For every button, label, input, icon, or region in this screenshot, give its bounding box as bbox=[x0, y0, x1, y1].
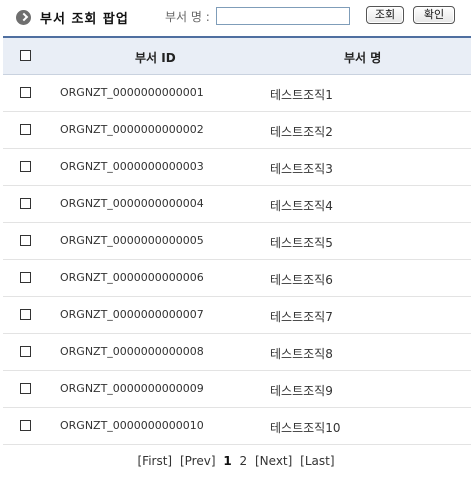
dept-id-cell: ORGNZT_0000000000001 bbox=[60, 86, 204, 99]
dept-name-cell: 테스트조직4 bbox=[270, 199, 333, 213]
row-checkbox[interactable] bbox=[20, 198, 31, 209]
table-row[interactable]: ORGNZT_0000000000006 테스트조직6 bbox=[3, 260, 471, 297]
dept-id-cell: ORGNZT_0000000000006 bbox=[60, 271, 204, 284]
pager-first-link[interactable]: [First] bbox=[138, 454, 173, 468]
table-row[interactable]: ORGNZT_0000000000010 테스트조직10 bbox=[3, 408, 471, 445]
table-header: 부서 ID 부서 명 bbox=[3, 38, 471, 75]
dept-name-search-input[interactable] bbox=[216, 7, 350, 25]
dept-id-cell: ORGNZT_0000000000009 bbox=[60, 382, 204, 395]
confirm-button[interactable]: 확인 bbox=[413, 6, 455, 24]
arrow-right-circle-icon bbox=[16, 9, 31, 25]
dept-id-cell: ORGNZT_0000000000004 bbox=[60, 197, 204, 210]
table-row[interactable]: ORGNZT_0000000000001 테스트조직1 bbox=[3, 75, 471, 112]
dept-id-cell: ORGNZT_0000000000008 bbox=[60, 345, 204, 358]
column-header-dept-name: 부서 명 bbox=[344, 51, 382, 65]
dept-name-cell: 테스트조직9 bbox=[270, 384, 333, 398]
row-checkbox[interactable] bbox=[20, 309, 31, 320]
column-header-dept-id: 부서 ID bbox=[135, 51, 176, 65]
title-area: 부서 조회 팝업 bbox=[16, 7, 129, 27]
table-row[interactable]: ORGNZT_0000000000004 테스트조직4 bbox=[3, 186, 471, 223]
table-row[interactable]: ORGNZT_0000000000003 테스트조직3 bbox=[3, 149, 471, 186]
table-row[interactable]: ORGNZT_0000000000005 테스트조직5 bbox=[3, 223, 471, 260]
top-bar: 부서 조회 팝업 부서 명 : 조회 확인 bbox=[0, 0, 472, 34]
pager-page-link[interactable]: 2 bbox=[240, 454, 248, 468]
page-title: 부서 조회 팝업 bbox=[40, 11, 129, 27]
row-checkbox[interactable] bbox=[20, 161, 31, 172]
dept-name-cell: 테스트조직8 bbox=[270, 347, 333, 361]
pager-last-link[interactable]: [Last] bbox=[300, 454, 334, 468]
pager-next-link[interactable]: [Next] bbox=[255, 454, 292, 468]
pagination: [First] [Prev] 1 2 [Next] [Last] bbox=[0, 454, 472, 468]
row-checkbox[interactable] bbox=[20, 346, 31, 357]
dept-id-cell: ORGNZT_0000000000003 bbox=[60, 160, 204, 173]
row-checkbox[interactable] bbox=[20, 272, 31, 283]
row-checkbox[interactable] bbox=[20, 235, 31, 246]
row-checkbox[interactable] bbox=[20, 87, 31, 98]
row-checkbox[interactable] bbox=[20, 383, 31, 394]
dept-name-cell: 테스트조직6 bbox=[270, 273, 333, 287]
dept-id-cell: ORGNZT_0000000000007 bbox=[60, 308, 204, 321]
select-all-checkbox[interactable] bbox=[20, 50, 31, 61]
dept-name-cell: 테스트조직5 bbox=[270, 236, 333, 250]
search-button[interactable]: 조회 bbox=[366, 6, 404, 24]
pager-prev-link[interactable]: [Prev] bbox=[180, 454, 216, 468]
dept-name-cell: 테스트조직10 bbox=[270, 421, 341, 435]
dept-id-cell: ORGNZT_0000000000002 bbox=[60, 123, 204, 136]
dept-name-cell: 테스트조직7 bbox=[270, 310, 333, 324]
search-label: 부서 명 : bbox=[165, 10, 210, 24]
dept-id-cell: ORGNZT_0000000000005 bbox=[60, 234, 204, 247]
row-checkbox[interactable] bbox=[20, 124, 31, 135]
dept-name-cell: 테스트조직1 bbox=[270, 88, 333, 102]
table-row[interactable]: ORGNZT_0000000000009 테스트조직9 bbox=[3, 371, 471, 408]
dept-name-cell: 테스트조직2 bbox=[270, 125, 333, 139]
dept-name-cell: 테스트조직3 bbox=[270, 162, 333, 176]
row-checkbox[interactable] bbox=[20, 420, 31, 431]
dept-id-cell: ORGNZT_0000000000010 bbox=[60, 419, 204, 432]
table-row[interactable]: ORGNZT_0000000000007 테스트조직7 bbox=[3, 297, 471, 334]
table-row[interactable]: ORGNZT_0000000000008 테스트조직8 bbox=[3, 334, 471, 371]
dept-table: 부서 ID 부서 명 ORGNZT_0000000000001 테스트조직1 O… bbox=[3, 36, 471, 445]
pager-page-current: 1 bbox=[223, 454, 232, 468]
table-row[interactable]: ORGNZT_0000000000002 테스트조직2 bbox=[3, 112, 471, 149]
